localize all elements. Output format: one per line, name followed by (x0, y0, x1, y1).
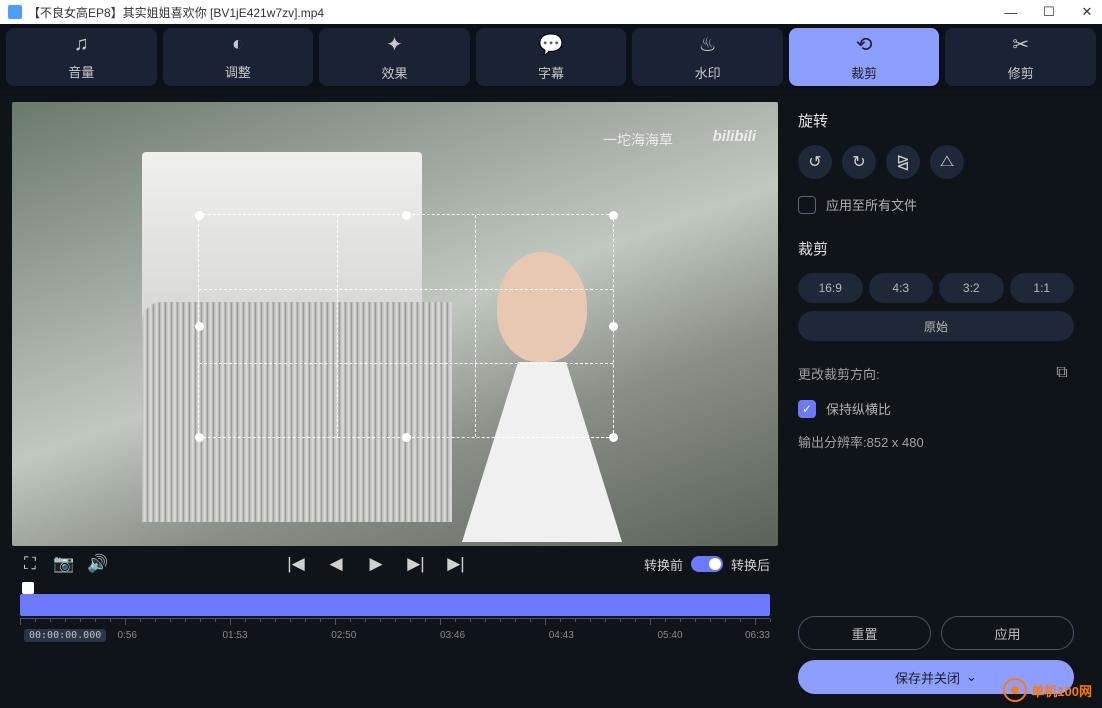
rotate-cw-button[interactable]: ↻ (842, 145, 876, 179)
crop-handle-tl[interactable] (195, 211, 204, 220)
time-label: 04:43 (549, 630, 574, 641)
minimize-button[interactable]: — (1004, 5, 1018, 19)
main-toolbar: ♫ 音量 ◐ 调整 ✦ 效果 💬 字幕 ♨ 水印 ⟲ 裁剪 ✂ 修剪 (0, 24, 1102, 90)
chevron-down-icon: ⌄ (966, 669, 977, 685)
time-label: 02:50 (331, 630, 356, 641)
player-controls: ⛶ 📷 🔊 |◀ ◀ ▶ ▶| ▶| 转换前 转换后 (12, 546, 778, 582)
crop-handle-br[interactable] (609, 433, 618, 442)
rotate-ccw-button[interactable]: ↺ (798, 145, 832, 179)
crop-selection[interactable] (198, 214, 614, 438)
tab-adjust[interactable]: ◐ 调整 (163, 28, 314, 86)
speech-icon: 💬 (539, 32, 564, 57)
window-title: 【不良女高EP8】其实姐姐喜欢你 [BV1jE421w7zv].mp4 (28, 4, 1004, 21)
compare-toggle[interactable] (691, 556, 723, 572)
site-watermark-icon (1003, 678, 1027, 702)
wand-icon: ✦ (386, 32, 403, 57)
site-watermark: 单机100网 (1003, 678, 1092, 702)
tab-label: 裁剪 (851, 63, 877, 82)
save-close-label: 保存并关闭 (895, 668, 960, 687)
timeline-labels: 0:56 01:53 02:50 03:46 04:43 05:40 06:33 (20, 630, 770, 646)
video-preview[interactable]: 一坨海海草 bilibili (12, 102, 778, 546)
time-label: 03:46 (440, 630, 465, 641)
tab-volume[interactable]: ♫ 音量 (6, 28, 157, 86)
fullscreen-button[interactable]: ⛶ (20, 554, 40, 574)
time-label: 01:53 (223, 630, 248, 641)
time-label: 05:40 (658, 630, 683, 641)
tab-label: 字幕 (538, 63, 564, 82)
keep-aspect-label: 保持纵横比 (826, 399, 891, 418)
timeline-ruler (20, 618, 770, 628)
flip-vertical-button[interactable]: ⧍ (930, 145, 964, 179)
video-watermark-logo: bilibili (713, 128, 756, 145)
mute-button[interactable]: 🔊 (88, 554, 108, 574)
crop-handle-bc[interactable] (402, 433, 411, 442)
scissors-icon: ✂ (1012, 32, 1029, 57)
tab-label: 效果 (381, 63, 407, 82)
tab-label: 修剪 (1008, 63, 1034, 82)
time-label: 0:56 (118, 630, 137, 641)
flip-horizontal-button[interactable]: ⧎ (886, 145, 920, 179)
next-frame-button[interactable]: ▶| (406, 554, 426, 574)
ratio-original-button[interactable]: 原始 (798, 311, 1074, 341)
ratio-1-1-button[interactable]: 1:1 (1010, 273, 1075, 303)
crop-handle-tr[interactable] (609, 211, 618, 220)
snapshot-button[interactable]: 📷 (54, 554, 74, 574)
crop-section-title: 裁剪 (798, 238, 1074, 259)
tab-label: 调整 (225, 62, 251, 81)
time-label: 06:33 (745, 630, 770, 641)
maximize-button[interactable]: ☐ (1042, 5, 1056, 19)
site-watermark-text: 单机100网 (1031, 681, 1092, 700)
app-icon (8, 5, 22, 19)
crop-icon: ⟲ (856, 32, 873, 57)
apply-all-checkbox[interactable] (798, 196, 816, 214)
apply-all-label: 应用至所有文件 (826, 195, 917, 214)
reset-button[interactable]: 重置 (798, 616, 931, 650)
prev-frame-button[interactable]: ◀ (326, 554, 346, 574)
play-button[interactable]: ▶ (366, 554, 386, 574)
crop-handle-mr[interactable] (609, 322, 618, 331)
crop-handle-tc[interactable] (402, 211, 411, 220)
skip-end-button[interactable]: ▶| (446, 554, 466, 574)
crop-handle-ml[interactable] (195, 322, 204, 331)
timecode-display: 00:00:00.000 (24, 629, 106, 642)
stamp-icon: ♨ (699, 32, 717, 57)
side-panel: 旋转 ↺ ↻ ⧎ ⧍ 应用至所有文件 裁剪 16:9 4:3 3:2 1:1 原… (790, 90, 1090, 708)
skip-start-button[interactable]: |◀ (286, 554, 306, 574)
titlebar: 【不良女高EP8】其实姐姐喜欢你 [BV1jE421w7zv].mp4 — ☐ … (0, 0, 1102, 24)
resolution-label: 输出分辨率: (798, 435, 867, 450)
apply-button[interactable]: 应用 (941, 616, 1074, 650)
contrast-icon: ◐ (232, 33, 244, 56)
tab-label: 水印 (695, 63, 721, 82)
music-note-icon: ♫ (74, 33, 89, 56)
change-direction-label: 更改裁剪方向: (798, 364, 880, 383)
tab-crop[interactable]: ⟲ 裁剪 (789, 28, 940, 86)
tab-effect[interactable]: ✦ 效果 (319, 28, 470, 86)
change-direction-button[interactable]: ⧉ (1050, 361, 1074, 385)
preview-area: 一坨海海草 bilibili ⛶ 📷 🔊 (0, 90, 790, 708)
tab-watermark[interactable]: ♨ 水印 (632, 28, 783, 86)
tab-trim[interactable]: ✂ 修剪 (945, 28, 1096, 86)
resolution-value: 852 x 480 (867, 435, 924, 450)
ratio-3-2-button[interactable]: 3:2 (939, 273, 1004, 303)
timeline-track[interactable] (20, 594, 770, 616)
tab-label: 音量 (68, 62, 94, 81)
rotate-section-title: 旋转 (798, 110, 1074, 131)
timeline-playhead[interactable] (22, 582, 34, 594)
ratio-16-9-button[interactable]: 16:9 (798, 273, 863, 303)
close-button[interactable]: ✕ (1080, 5, 1094, 19)
timeline[interactable]: 0:56 01:53 02:50 03:46 04:43 05:40 06:33… (12, 582, 778, 642)
compare-after-label: 转换后 (731, 555, 770, 574)
tab-subtitle[interactable]: 💬 字幕 (476, 28, 627, 86)
ratio-4-3-button[interactable]: 4:3 (869, 273, 934, 303)
video-watermark-text: 一坨海海草 (603, 130, 673, 150)
crop-handle-bl[interactable] (195, 433, 204, 442)
compare-before-label: 转换前 (644, 555, 683, 574)
keep-aspect-checkbox[interactable]: ✓ (798, 400, 816, 418)
